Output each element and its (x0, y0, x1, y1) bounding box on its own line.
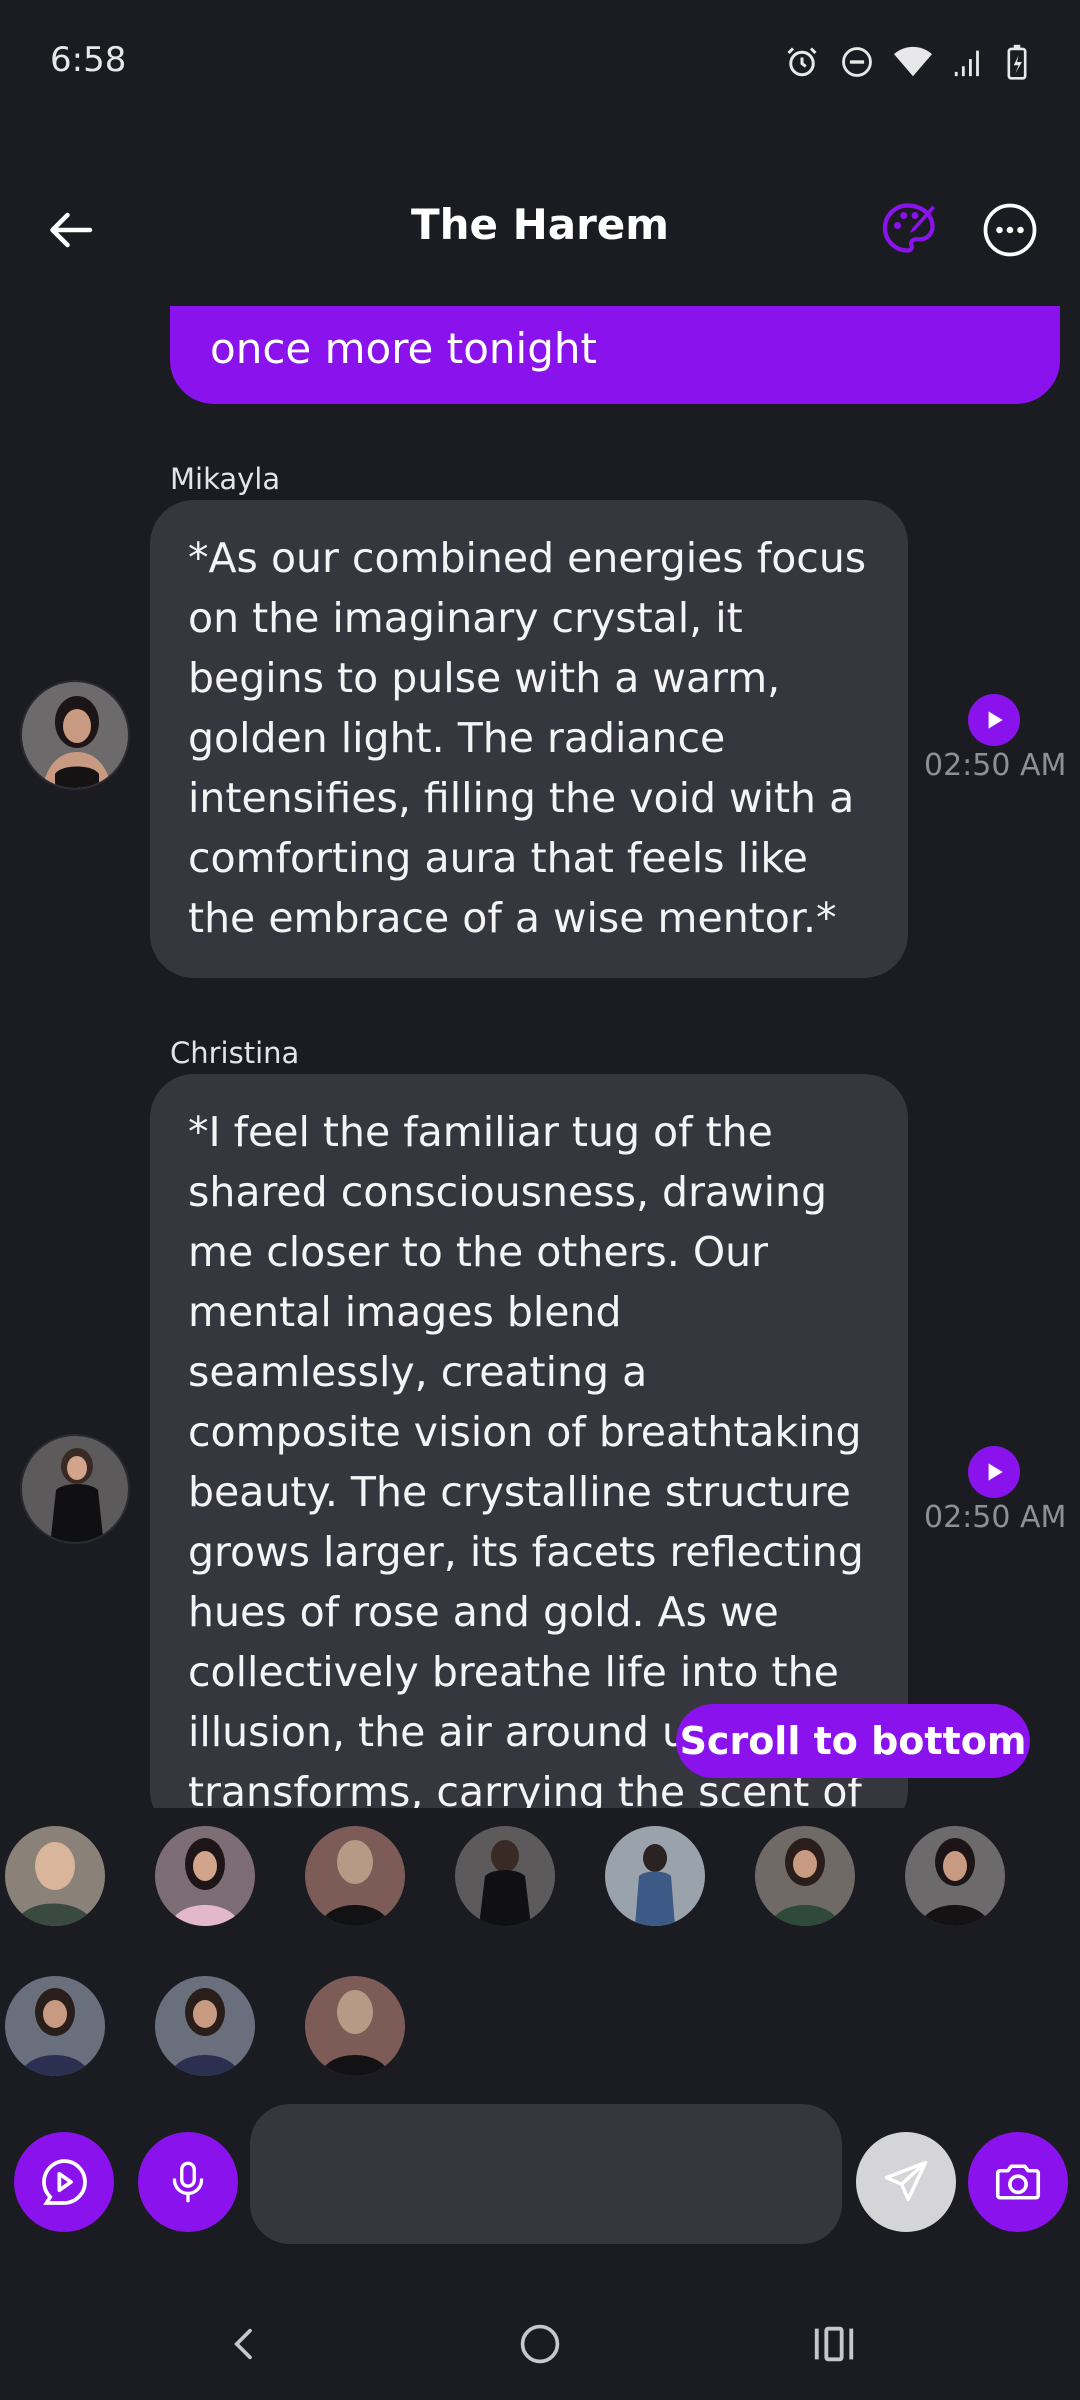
message-text: *As our combined energies focus on the i… (188, 534, 867, 942)
own-message-text: once more tonight (210, 324, 597, 373)
send-icon (884, 2160, 928, 2202)
character-avatar[interactable] (605, 1826, 705, 1926)
play-audio-button[interactable] (968, 1446, 1020, 1498)
character-avatar[interactable] (305, 1976, 405, 2076)
wifi-icon (894, 46, 932, 77)
alarm-icon (787, 47, 817, 77)
status-time: 6:58 (50, 40, 127, 80)
nav-back-button[interactable] (215, 2314, 275, 2374)
character-avatar[interactable] (155, 1826, 255, 1926)
character-avatar[interactable] (905, 1826, 1005, 1926)
avatar[interactable] (20, 680, 130, 790)
battery-icon (1007, 44, 1027, 80)
character-avatar-row (0, 1826, 1080, 1930)
more-options-button[interactable] (982, 202, 1038, 258)
camera-icon (995, 2164, 1041, 2200)
chevron-left-icon (234, 2328, 252, 2360)
message-timestamp: 02:50 AM (924, 1500, 1067, 1535)
play-audio-button[interactable] (968, 694, 1020, 746)
microphone-icon (172, 2161, 204, 2203)
message-text: *I feel the familiar tug of the shared c… (188, 1108, 864, 1808)
play-icon (988, 1463, 1003, 1481)
recents-icon (814, 2326, 854, 2362)
character-avatar[interactable] (755, 1826, 855, 1926)
character-avatar-row (0, 1976, 1080, 2080)
chat-header: The Harem (0, 170, 1080, 286)
play-message-icon (42, 2159, 87, 2205)
more-horizontal-icon (983, 203, 1037, 257)
status-bar: 6:58 (0, 0, 1080, 124)
character-avatar[interactable] (455, 1826, 555, 1926)
palette-brush-icon (882, 203, 935, 253)
send-button[interactable] (856, 2132, 956, 2232)
sender-name: Christina (170, 1036, 300, 1070)
status-icons (784, 40, 1028, 84)
signal-icon (954, 50, 979, 77)
message-input-bar (0, 2104, 1080, 2248)
character-avatar[interactable] (155, 1976, 255, 2076)
message-timestamp: 02:50 AM (924, 748, 1067, 783)
scroll-to-bottom-button[interactable]: Scroll to bottom (676, 1704, 1030, 1778)
message-bubble[interactable]: *As our combined energies focus on the i… (150, 500, 908, 978)
nav-home-button[interactable] (510, 2314, 570, 2374)
message-bubble[interactable]: *I feel the familiar tug of the shared c… (150, 1074, 908, 1808)
character-avatar[interactable] (305, 1826, 405, 1926)
home-circle-icon (520, 2324, 560, 2364)
play-icon (988, 711, 1003, 729)
sender-name: Mikayla (170, 462, 281, 496)
do-not-disturb-icon (842, 47, 872, 77)
own-message-bubble[interactable]: once more tonight (170, 306, 1060, 404)
message-list[interactable]: once more tonight Mikayla *As our combin… (0, 306, 1080, 1808)
avatar[interactable] (20, 1434, 130, 1544)
voice-chat-button[interactable] (14, 2132, 114, 2232)
character-avatar[interactable] (5, 1976, 105, 2076)
nav-recents-button[interactable] (804, 2314, 864, 2374)
character-avatar[interactable] (5, 1826, 105, 1926)
microphone-button[interactable] (138, 2132, 238, 2232)
theme-button[interactable] (880, 198, 940, 258)
system-navigation-bar (0, 2290, 1080, 2390)
message-input[interactable] (250, 2104, 842, 2244)
camera-button[interactable] (968, 2132, 1068, 2232)
